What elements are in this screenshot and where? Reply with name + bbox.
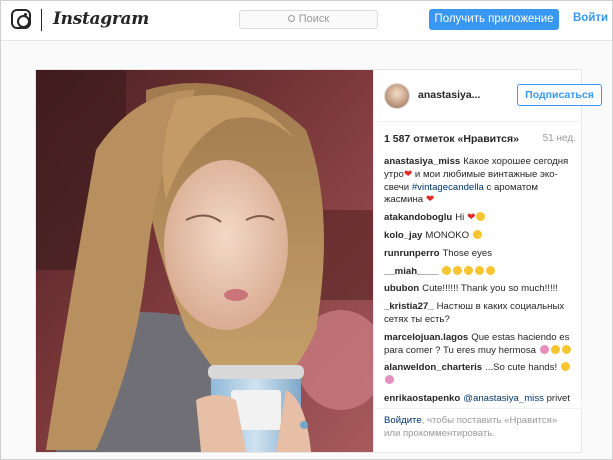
login-link[interactable]: Войти bbox=[573, 12, 608, 24]
comments-list: anastasiya_miss Какое хорошее сегодня утр… bbox=[384, 156, 576, 408]
comment: __miah____ bbox=[384, 265, 576, 279]
rose-emoji-icon bbox=[385, 375, 394, 385]
smile-emoji-icon bbox=[486, 265, 496, 275]
smile-emoji-icon bbox=[442, 265, 452, 275]
comment-author[interactable]: anastasiya_miss bbox=[384, 156, 460, 167]
thumbs-up-emoji-icon bbox=[561, 344, 571, 354]
post-username[interactable]: anastasiya... bbox=[418, 89, 480, 101]
logo-divider bbox=[41, 9, 42, 31]
smile-emoji-icon bbox=[560, 362, 570, 372]
post-age[interactable]: 51 нед. bbox=[543, 133, 576, 144]
top-bar: Instagram Поиск Получить приложение Войт… bbox=[1, 1, 612, 41]
comment-author[interactable]: ububon bbox=[384, 283, 419, 294]
comment-text: Those eyes bbox=[442, 247, 493, 259]
comment: _kristia27_ Настюш в каких социальных сет… bbox=[384, 301, 576, 327]
likes-row: 1 587 отметок «Нравится» 51 нед. bbox=[384, 133, 576, 145]
heart-emoji-icon: ❤ bbox=[425, 194, 435, 206]
post-photo-illustration bbox=[36, 70, 373, 452]
login-prompt-link[interactable]: Войдите bbox=[384, 415, 422, 426]
comment-author[interactable]: runrunperro bbox=[384, 248, 439, 259]
instagram-logo-text[interactable]: Instagram bbox=[53, 9, 149, 29]
post-photo[interactable] bbox=[36, 70, 373, 452]
avatar[interactable] bbox=[384, 83, 410, 109]
likes-count[interactable]: 1 587 отметок «Нравится» bbox=[384, 133, 519, 145]
comment-author[interactable]: marcelojuan.lagos bbox=[384, 332, 468, 343]
comment: kolo_jay MONOKO bbox=[384, 229, 576, 243]
comment-text: MONOKO bbox=[425, 229, 470, 241]
post-header: anastasiya... Подписаться bbox=[374, 70, 602, 122]
comment-text: Hi bbox=[455, 212, 465, 224]
login-prompt: Войдите, чтобы поставить «Нравится» или … bbox=[374, 408, 582, 452]
post-sidebar: anastasiya... Подписаться 1 587 отметок … bbox=[373, 70, 602, 452]
comment-text: Cute!!!!!! Thank you so much!!!!! bbox=[422, 283, 558, 295]
smile-emoji-icon bbox=[453, 265, 463, 275]
follow-button[interactable]: Подписаться bbox=[517, 84, 602, 106]
smile-emoji-icon bbox=[464, 265, 474, 275]
comment-text: ...So cute hands! bbox=[485, 362, 558, 374]
comment: alanweldon_charteris ...So cute hands! bbox=[384, 362, 576, 388]
comments-fade bbox=[374, 400, 582, 408]
get-app-button[interactable]: Получить приложение bbox=[429, 9, 559, 30]
smile-emoji-icon bbox=[472, 229, 482, 239]
heart-emoji-icon: ❤ bbox=[466, 212, 476, 224]
hashtag-link[interactable]: #vintagecandella bbox=[412, 182, 484, 193]
search-input[interactable]: Поиск bbox=[239, 10, 378, 29]
comment: runrunperro Those eyes bbox=[384, 248, 576, 261]
smile-emoji-icon bbox=[550, 344, 560, 354]
smile-emoji-icon bbox=[476, 212, 486, 222]
instagram-camera-icon[interactable] bbox=[11, 9, 31, 29]
comment-author[interactable]: atakandoboglu bbox=[384, 212, 452, 223]
comment-author[interactable]: alanweldon_charteris bbox=[384, 362, 482, 373]
comment-author[interactable]: kolo_jay bbox=[384, 230, 422, 241]
comment-author[interactable]: __miah____ bbox=[384, 266, 438, 277]
heart-eyes-emoji-icon bbox=[539, 344, 549, 354]
search-placeholder: Поиск bbox=[298, 13, 330, 25]
comment: ububon Cute!!!!!! Thank you so much!!!!! bbox=[384, 283, 576, 296]
comment: marcelojuan.lagos Que estas haciendo es p… bbox=[384, 332, 576, 358]
post-card: anastasiya... Подписаться 1 587 отметок … bbox=[35, 69, 602, 453]
heart-emoji-icon: ❤ bbox=[403, 168, 413, 180]
comment: atakandoboglu Hi ❤ bbox=[384, 212, 576, 225]
comment: anastasiya_miss Какое хорошее сегодня утр… bbox=[384, 156, 576, 207]
search-icon bbox=[287, 15, 295, 22]
comment-author[interactable]: _kristia27_ bbox=[384, 301, 434, 312]
smile-emoji-icon bbox=[475, 265, 485, 275]
